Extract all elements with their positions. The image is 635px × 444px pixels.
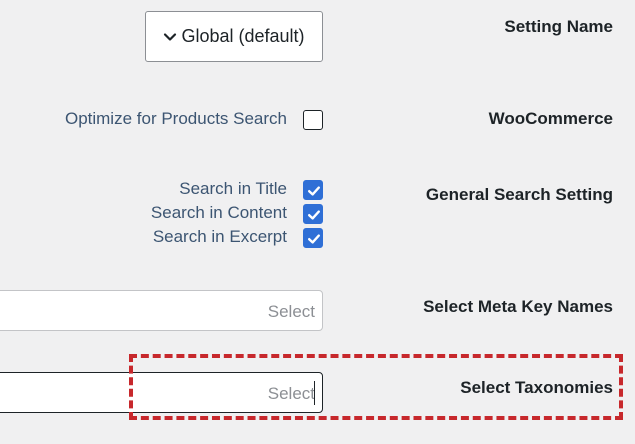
meta-key-names-select[interactable]: Select: [0, 290, 323, 331]
search-in-excerpt-checkbox[interactable]: [303, 228, 323, 248]
checkmark-icon: [308, 234, 320, 244]
search-in-title-label: Search in Title: [179, 179, 287, 198]
select-taxonomies-label: Select Taxonomies: [460, 378, 613, 397]
search-in-content-checkbox[interactable]: [303, 204, 323, 224]
meta-key-names-placeholder: Select: [267, 302, 315, 321]
select-meta-key-names-label: Select Meta Key Names: [423, 297, 613, 316]
taxonomies-placeholder: Select: [267, 384, 315, 403]
checkmark-icon: [308, 186, 320, 196]
general-search-setting-label: General Search Setting: [425, 185, 613, 204]
text-cursor: [313, 381, 315, 405]
search-in-title-checkbox[interactable]: [303, 180, 323, 200]
chevron-down-icon: [163, 30, 177, 44]
optimize-products-search-checkbox[interactable]: [303, 110, 323, 130]
optimize-products-search-label: Optimize for Products Search: [64, 109, 287, 128]
checkmark-icon: [308, 210, 320, 220]
setting-name-label: Setting Name: [504, 17, 613, 36]
taxonomies-select[interactable]: Select: [0, 372, 323, 413]
setting-name-dropdown[interactable]: Global (default): [145, 11, 323, 62]
setting-name-dropdown-value: Global (default): [181, 26, 305, 46]
woocommerce-label: WooCommerce: [488, 109, 613, 128]
search-in-content-label: Search in Content: [150, 203, 287, 222]
search-in-excerpt-label: Search in Excerpt: [152, 227, 287, 246]
